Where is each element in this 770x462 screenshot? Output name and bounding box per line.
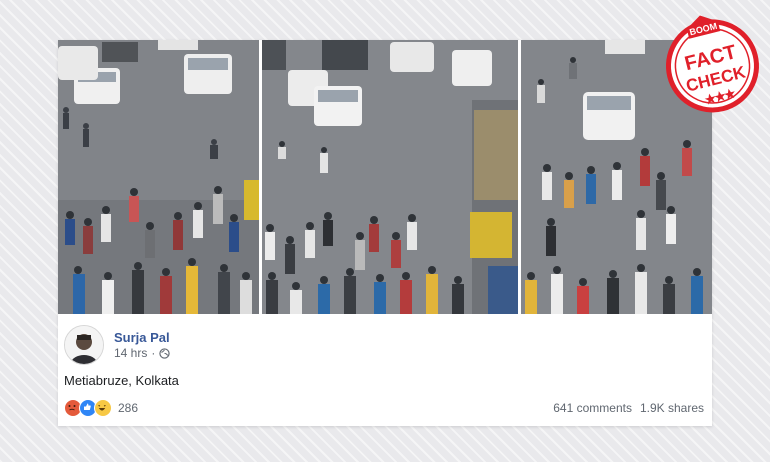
street-scene-image-2 [262,40,518,314]
globe-icon[interactable] [159,347,171,359]
post-meta: 14 hrs · [114,346,171,360]
reactions-summary[interactable]: 286 [64,399,138,417]
street-scene-image-1 [58,40,259,314]
video-frame-2[interactable] [262,40,518,314]
author-name-link[interactable]: Surja Pal [114,330,170,345]
fact-check-stamp-logo: BOOM FACT CHECK [665,15,759,113]
author-avatar[interactable] [64,325,104,365]
shares-count-link[interactable]: 1.9K shares [640,401,704,415]
video-frame-1[interactable] [58,40,259,314]
post-text: Metiabruze, Kolkata [64,373,179,388]
haha-reaction-icon [94,399,112,417]
facebook-post-card: Surja Pal 14 hrs · Metiabruze, Kolkata 2… [58,40,712,426]
post-timestamp[interactable]: 14 hrs [114,346,147,360]
reaction-count: 286 [118,401,139,415]
engagement-stats: 641 comments 1.9K shares [553,401,704,415]
comments-count-link[interactable]: 641 comments [553,401,632,415]
post-media-collage[interactable] [58,40,712,314]
meta-separator: · [151,346,156,360]
avatar-portrait-icon [65,326,103,364]
